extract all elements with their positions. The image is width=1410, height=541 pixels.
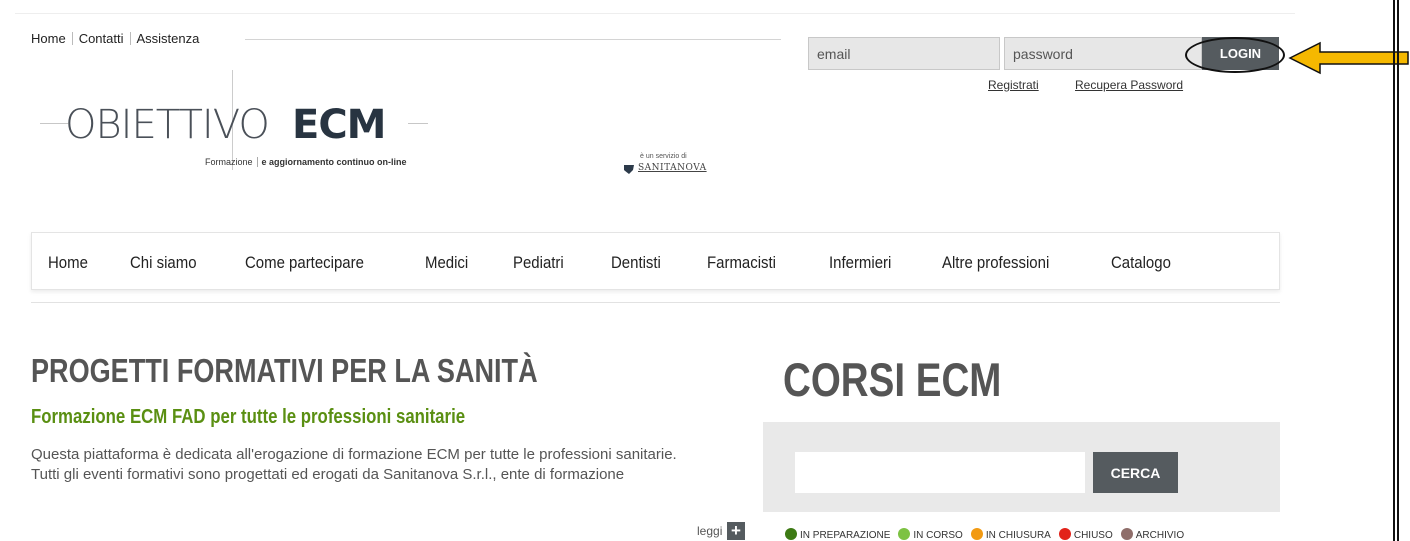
status-dot-icon — [1058, 528, 1071, 540]
plus-icon[interactable]: + — [727, 522, 745, 540]
partner-logo[interactable]: è un servizio di SANITANOVA — [620, 153, 730, 183]
legend-label: ARCHIVIO — [1135, 530, 1185, 541]
top-link-contatti[interactable]: Contatti — [79, 31, 124, 46]
nav-item-infermieri[interactable]: Infermieri — [829, 253, 891, 273]
read-more-link[interactable]: leggi — [697, 524, 722, 538]
email-field[interactable] — [808, 37, 1000, 70]
tagline-right: e aggiornamento continuo on-line — [261, 157, 407, 167]
partner-prefix: è un servizio di — [640, 153, 687, 160]
nav-item-catalogo[interactable]: Catalogo — [1111, 253, 1171, 273]
courses-title: CORSI ECM — [783, 353, 1002, 406]
nav-item-medici[interactable]: Medici — [425, 253, 468, 273]
legend-label: IN CORSO — [913, 530, 963, 541]
legend-label: IN CHIUSURA — [985, 530, 1051, 541]
logo-tagline: Formazione e aggiornamento continuo on-li… — [205, 157, 407, 167]
nav-item-altre-professioni[interactable]: Altre professioni — [942, 253, 1049, 273]
top-links: Home Contatti Assistenza — [31, 31, 199, 46]
top-link-home[interactable]: Home — [31, 31, 66, 46]
course-search-input[interactable] — [795, 452, 1085, 493]
top-links-divider — [245, 39, 781, 40]
password-field[interactable] — [1004, 37, 1202, 70]
nav-item-farmacisti[interactable]: Farmacisti — [707, 253, 776, 273]
hero-body: Questa piattaforma è dedicata all'erogaz… — [31, 445, 751, 513]
hero-title: PROGETTI FORMATIVI PER LA SANITÀ — [31, 352, 538, 389]
pointer-arrow-icon — [1288, 41, 1409, 75]
search-button[interactable]: CERCA — [1093, 452, 1178, 493]
nav-item-chi-siamo[interactable]: Chi siamo — [130, 253, 197, 273]
tagline-separator — [256, 157, 258, 167]
status-legend: IN PREPARAZIONE IN CORSO IN CHIUSURA CHIUSO… — [785, 528, 1192, 541]
nav-bottom-rule — [31, 302, 1280, 303]
legend-item: ARCHIVIO — [1120, 528, 1185, 541]
status-dot-icon — [898, 528, 911, 540]
link-separator — [71, 32, 73, 45]
legend-item: IN CORSO — [898, 528, 963, 541]
header-top-rule — [15, 13, 1295, 14]
main-nav: Home Chi siamo Come partecipare Medici P… — [31, 232, 1280, 290]
hero-subtitle: Formazione ECM FAD per tutte le professi… — [31, 406, 466, 428]
partner-name: SANITANOVA — [638, 163, 707, 173]
legend-item: IN PREPARAZIONE — [785, 528, 890, 541]
top-link-assistenza[interactable]: Assistenza — [137, 31, 200, 46]
status-dot-icon — [1120, 528, 1133, 540]
hero-body-line: Tutti gli eventi formativi sono progetta… — [31, 466, 625, 483]
nav-item-home[interactable]: Home — [48, 253, 88, 273]
legend-item: CHIUSO — [1058, 528, 1113, 541]
register-link[interactable]: Registrati — [988, 78, 1039, 92]
nav-item-come-partecipare[interactable]: Come partecipare — [245, 253, 364, 273]
legend-label: CHIUSO — [1073, 530, 1113, 541]
nav-item-dentisti[interactable]: Dentisti — [611, 253, 661, 273]
site-logo[interactable]: OBIETTIVO ECM Formazione e aggiornamento … — [40, 68, 430, 178]
legend-label: IN PREPARAZIONE — [800, 530, 891, 541]
legend-item: IN CHIUSURA — [970, 528, 1051, 541]
login-button[interactable]: LOGIN — [1202, 37, 1279, 70]
nav-item-pediatri[interactable]: Pediatri — [513, 253, 564, 273]
tagline-left: Formazione — [205, 157, 253, 167]
frame-border-left — [1393, 0, 1395, 541]
logo-rule-left — [40, 123, 68, 124]
hero-body-line: Questa piattaforma è dedicata all'erogaz… — [31, 446, 677, 463]
status-dot-icon — [785, 528, 797, 540]
logo-rule-right — [408, 123, 428, 124]
frame-border-right — [1397, 0, 1399, 541]
status-dot-icon — [970, 528, 983, 540]
logo-text-obiettivo: OBIETTIVO — [65, 102, 270, 148]
shield-icon — [624, 165, 634, 174]
link-separator — [129, 32, 131, 45]
logo-text-ecm: ECM — [292, 102, 386, 148]
recover-password-link[interactable]: Recupera Password — [1075, 78, 1183, 92]
